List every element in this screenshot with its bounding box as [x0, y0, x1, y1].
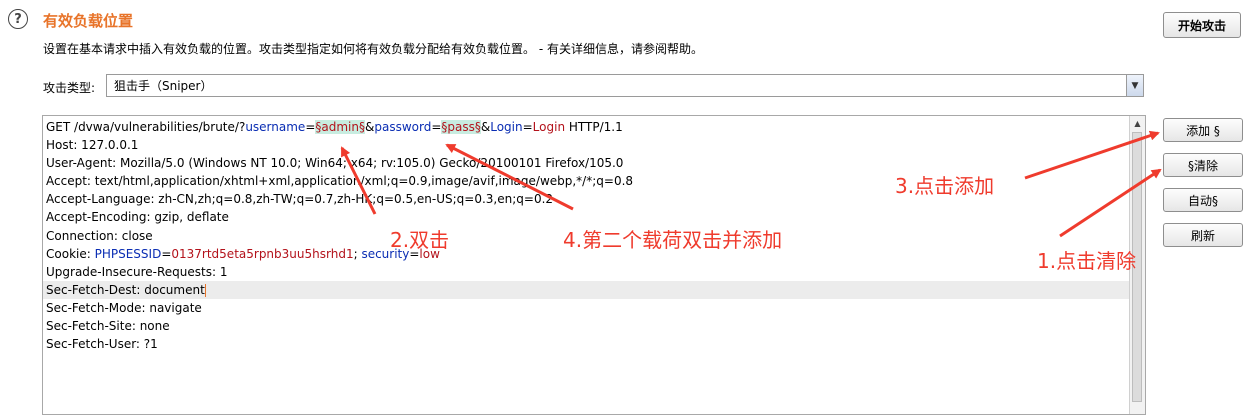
request-editor[interactable]: GET /dvwa/vulnerabilities/brute/?usernam…: [42, 115, 1146, 415]
cookie-name: PHPSESSID: [94, 246, 162, 261]
add-marker-button[interactable]: 添加 §: [1163, 118, 1243, 142]
help-icon[interactable]: ?: [8, 9, 28, 29]
text-caret: [204, 283, 206, 297]
auto-markers-button[interactable]: 自动§: [1163, 188, 1243, 212]
attack-type-select[interactable]: 狙击手（Sniper） ▼: [106, 74, 1144, 97]
param-separator: &: [364, 120, 375, 134]
attack-type-value: 狙击手（Sniper）: [114, 79, 213, 93]
annotation-step1: 1.点击清除: [1037, 249, 1137, 273]
header-text: Sec-Fetch-Dest: document: [46, 282, 205, 297]
header-line: Sec-Fetch-Mode: navigate: [46, 300, 202, 315]
header-line-current: Sec-Fetch-Dest: document: [43, 280, 1129, 299]
http-version: HTTP/1.1: [565, 120, 623, 134]
param-name: username: [245, 120, 306, 134]
cookie-label: Cookie:: [46, 246, 95, 261]
header-line: Host: 127.0.0.1: [46, 138, 139, 153]
section-description: 设置在基本请求中插入有效负载的位置。攻击类型指定如何将有效负载分配给有效负载位置…: [43, 42, 703, 56]
cookie-value: 0137rtd5eta5rpnb3uu5hsrhd1: [171, 246, 354, 261]
header-line: Sec-Fetch-Site: none: [46, 319, 170, 334]
payload-marker[interactable]: §pass§: [441, 120, 481, 134]
start-attack-button[interactable]: 开始攻击: [1163, 12, 1241, 38]
arrow-up-icon[interactable]: ▲: [1130, 116, 1145, 131]
section-title: 有效负载位置: [43, 12, 134, 30]
param-value: Login: [532, 120, 566, 134]
request-line: GET /dvwa/vulnerabilities/brute/?usernam…: [43, 118, 1129, 136]
annotation-step4: 4.第二个载荷双击并添加: [563, 228, 783, 252]
param-equals: =: [431, 120, 442, 134]
param-name: Login: [490, 120, 523, 134]
header-line: Sec-Fetch-User: ?1: [46, 337, 158, 352]
cookie-equals: =: [161, 246, 172, 261]
param-equals: =: [522, 120, 533, 134]
refresh-button[interactable]: 刷新: [1163, 223, 1243, 247]
chevron-down-icon[interactable]: ▼: [1126, 75, 1143, 96]
attack-type-label: 攻击类型:: [43, 81, 96, 95]
param-name: password: [374, 120, 432, 134]
param-separator: &: [480, 120, 491, 134]
payload-marker[interactable]: §admin§: [315, 120, 365, 134]
param-equals: =: [305, 120, 316, 134]
annotation-step3: 3.点击添加: [895, 174, 995, 198]
clear-markers-button[interactable]: §清除: [1163, 153, 1243, 177]
annotation-step2: 2.双击: [390, 228, 450, 252]
request-method-path: GET /dvwa/vulnerabilities/brute/?: [46, 120, 246, 134]
header-line: Upgrade-Insecure-Requests: 1: [46, 264, 228, 279]
